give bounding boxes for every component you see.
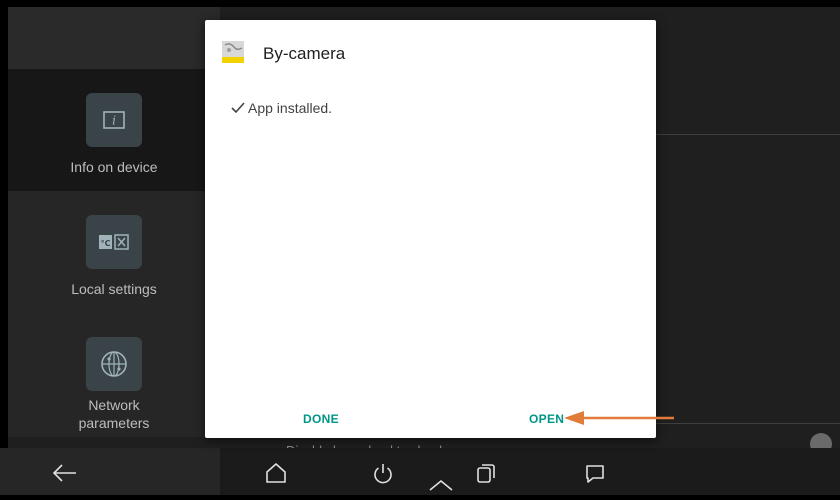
chevron-up-icon[interactable] [426,470,456,500]
info-icon: i [86,93,142,147]
sidebar: i Info on device °C Local settings Netwo… [8,7,220,437]
recents-icon[interactable] [471,458,501,488]
sidebar-item-label: Info on device [70,159,158,175]
open-button[interactable]: OPEN [529,412,564,426]
app-name: By-camera [263,44,346,63]
install-status: App installed. [231,100,332,116]
checkmark-icon [231,102,245,114]
sidebar-item-network-parameters[interactable]: Network parameters [8,313,220,435]
home-icon[interactable] [261,458,291,488]
globe-icon [86,337,142,391]
unit-settings-icon: °C [86,215,142,269]
divider [656,423,840,424]
divider [656,134,840,135]
app-icon-band [222,57,244,63]
system-nav-bar [0,448,840,495]
sidebar-item-label: Local settings [71,281,157,297]
back-icon[interactable] [50,458,80,488]
app-installed-dialog: By-camera App installed. DONE OPEN [205,20,656,438]
app-icon [222,41,244,63]
sidebar-header [8,7,220,69]
sidebar-item-local-settings[interactable]: °C Local settings [8,191,220,313]
sidebar-item-label: Network parameters [78,397,150,431]
install-status-text: App installed. [248,100,333,116]
svg-text:°C: °C [101,239,111,248]
power-icon[interactable] [368,458,398,488]
annotation-arrow [564,411,674,425]
done-button[interactable]: DONE [303,412,339,426]
svg-text:i: i [112,114,116,128]
nav-bar-left-section [0,448,220,495]
sidebar-item-info-on-device[interactable]: i Info on device [8,69,220,191]
chat-icon[interactable] [580,458,610,488]
